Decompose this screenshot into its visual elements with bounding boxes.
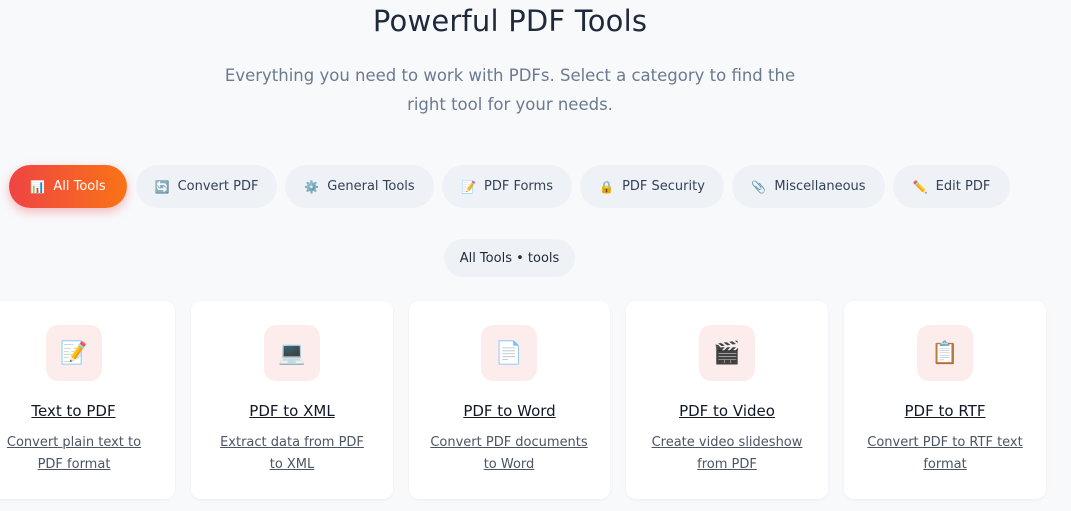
memo-icon: 📝	[46, 325, 102, 381]
chart-icon: 📊	[30, 179, 46, 194]
clipboard-icon: 📋	[917, 325, 973, 381]
tab-label: General Tools	[327, 179, 415, 194]
paperclip-icon: 📎	[751, 179, 767, 194]
laptop-icon: 💻	[264, 325, 320, 381]
tool-card-pdf-to-rtf[interactable]: 📋 PDF to RTF Convert PDF to RTF text for…	[844, 301, 1046, 499]
tab-label: Convert PDF	[177, 179, 259, 194]
tool-card-pdf-to-video[interactable]: 🎬 PDF to Video Create video slideshow fr…	[626, 301, 828, 499]
pencil-icon: ✏️	[912, 179, 928, 194]
tab-label: Miscellaneous	[774, 179, 866, 194]
tool-description[interactable]: Extract data from PDF to XML	[212, 432, 372, 476]
tool-name[interactable]: PDF to XML	[191, 402, 393, 420]
tool-name[interactable]: Text to PDF	[0, 402, 175, 420]
tab-label: PDF Security	[622, 179, 705, 194]
memo-icon: 📝	[461, 179, 476, 194]
tab-miscellaneous[interactable]: 📎 Miscellaneous	[732, 165, 885, 208]
tab-edit-pdf[interactable]: ✏️ Edit PDF	[893, 165, 1010, 208]
tool-description[interactable]: Convert PDF to RTF text format	[865, 432, 1025, 476]
tool-name[interactable]: PDF to Video	[626, 402, 828, 420]
tool-card-pdf-to-word[interactable]: 📄 PDF to Word Convert PDF documents to W…	[409, 301, 610, 499]
tab-all-tools[interactable]: 📊 All Tools	[9, 165, 127, 208]
tab-label: Edit PDF	[935, 179, 991, 194]
tab-convert-pdf[interactable]: 🔄 Convert PDF	[136, 165, 277, 208]
tab-general-tools[interactable]: ⚙️ General Tools	[285, 165, 434, 208]
clapper-icon: 🎬	[699, 325, 755, 381]
tab-label: All Tools	[53, 179, 106, 194]
tab-pdf-forms[interactable]: 📝 PDF Forms	[442, 165, 572, 208]
tool-description[interactable]: Convert PDF documents to Word	[429, 432, 589, 476]
tool-name[interactable]: PDF to RTF	[844, 402, 1046, 420]
tool-description[interactable]: Create video slideshow from PDF	[647, 432, 807, 476]
tool-card-text-to-pdf[interactable]: 📝 Text to PDF Convert plain text to PDF …	[0, 301, 175, 499]
tools-count-badge: All Tools • tools	[444, 239, 575, 277]
tab-pdf-security[interactable]: 🔒 PDF Security	[580, 165, 724, 208]
page-subtitle: Everything you need to work with PDFs. S…	[224, 66, 796, 114]
lock-icon: 🔒	[599, 179, 615, 194]
tool-name[interactable]: PDF to Word	[409, 402, 610, 420]
gear-icon: ⚙️	[304, 179, 320, 194]
tab-label: PDF Forms	[484, 179, 553, 194]
document-icon: 📄	[481, 325, 537, 381]
refresh-icon: 🔄	[154, 179, 170, 194]
tool-card-pdf-to-xml[interactable]: 💻 PDF to XML Extract data from PDF to XM…	[191, 301, 393, 499]
tool-description[interactable]: Convert plain text to PDF format	[6, 432, 142, 476]
page-title: Powerful PDF Tools	[372, 4, 648, 38]
